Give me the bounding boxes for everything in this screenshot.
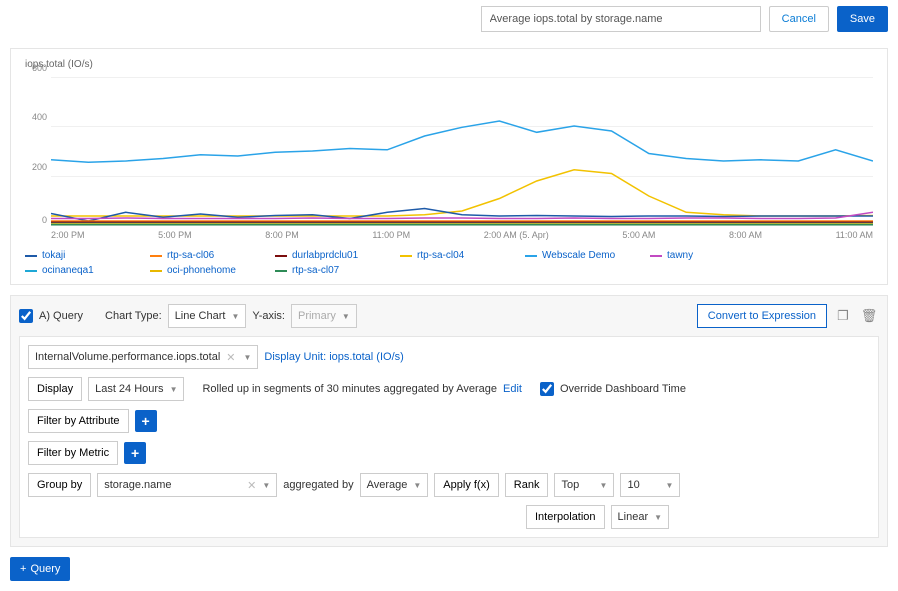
legend-label: Webscale Demo — [542, 250, 615, 261]
legend-label: durlabprdclu01 — [292, 250, 358, 261]
x-tick: 11:00 PM — [372, 230, 410, 240]
display-unit-link[interactable]: Display Unit: iops.total (IO/s) — [264, 351, 403, 363]
clear-icon[interactable]: ✕ — [247, 479, 256, 492]
group-by-select[interactable]: storage.name ✕ ▼ — [97, 473, 277, 497]
caret-down-icon: ▼ — [231, 312, 239, 321]
chart-svg — [51, 76, 873, 226]
legend-item[interactable]: tokaji — [25, 250, 150, 261]
legend-label: ocinaneqa1 — [42, 265, 94, 276]
legend-swatch — [275, 270, 287, 272]
legend-label: rtp-sa-cl04 — [417, 250, 464, 261]
x-tick: 11:00 AM — [836, 230, 873, 240]
duplicate-icon[interactable]: ❐ — [833, 306, 853, 326]
interpolation-select[interactable]: Linear▼ — [611, 505, 670, 529]
legend-item[interactable]: durlabprdclu01 — [275, 250, 400, 261]
series-line — [51, 121, 873, 162]
y-tick: 600 — [32, 63, 47, 73]
plus-icon: + — [20, 563, 26, 575]
legend-swatch — [25, 270, 37, 272]
legend-swatch — [400, 255, 412, 257]
chart-type-select[interactable]: Line Chart▼ — [168, 304, 247, 328]
caret-down-icon: ▼ — [600, 481, 608, 490]
x-tick: 8:00 AM — [729, 230, 762, 240]
legend-swatch — [25, 255, 37, 257]
edit-rollup-link[interactable]: Edit — [503, 383, 522, 395]
x-tick: 5:00 PM — [158, 230, 192, 240]
x-tick: 8:00 PM — [265, 230, 299, 240]
legend-item[interactable]: rtp-sa-cl07 — [275, 265, 400, 276]
override-time-label: Override Dashboard Time — [560, 383, 686, 395]
legend-swatch — [150, 270, 162, 272]
legend-swatch — [275, 255, 287, 257]
caret-down-icon: ▼ — [262, 481, 270, 490]
add-filter-metric-button[interactable]: + — [124, 442, 146, 464]
legend-label: rtp-sa-cl07 — [292, 265, 339, 276]
legend-label: tokaji — [42, 250, 65, 261]
x-tick: 2:00 AM (5. Apr) — [484, 230, 549, 240]
widget-title-input[interactable] — [481, 6, 761, 32]
y-axis-label: iops.total (IO/s) — [25, 59, 873, 70]
yaxis-select[interactable]: Primary▼ — [291, 304, 357, 328]
add-query-button[interactable]: + Query — [10, 557, 70, 581]
rollup-text: Rolled up in segments of 30 minutes aggr… — [202, 383, 497, 395]
rank-count-select[interactable]: 10▼ — [620, 473, 680, 497]
legend-swatch — [150, 255, 162, 257]
group-by-button[interactable]: Group by — [28, 473, 91, 497]
caret-down-icon: ▼ — [654, 513, 662, 522]
caret-down-icon: ▼ — [244, 353, 252, 362]
display-button[interactable]: Display — [28, 377, 82, 401]
x-axis: 2:00 PM 5:00 PM 8:00 PM 11:00 PM 2:00 AM (5.… — [51, 230, 873, 240]
chart-container: iops.total (IO/s) 0 200 400 600 2:00 PM 5… — [10, 48, 888, 285]
save-button[interactable]: Save — [837, 6, 888, 32]
legend-label: rtp-sa-cl06 — [167, 250, 214, 261]
add-filter-attribute-button[interactable]: + — [135, 410, 157, 432]
time-range-select[interactable]: Last 24 Hours▼ — [88, 377, 184, 401]
interpolation-button[interactable]: Interpolation — [526, 505, 605, 529]
y-tick: 200 — [32, 162, 47, 172]
query-label: A) Query — [39, 310, 83, 322]
caret-down-icon: ▼ — [666, 481, 674, 490]
legend-item[interactable]: rtp-sa-cl06 — [150, 250, 275, 261]
legend-item[interactable]: Webscale Demo — [525, 250, 650, 261]
yaxis-label: Y-axis: — [252, 310, 285, 322]
filter-attribute-button[interactable]: Filter by Attribute — [28, 409, 129, 433]
caret-down-icon: ▼ — [342, 312, 350, 321]
aggregated-by-label: aggregated by — [283, 479, 353, 491]
y-tick: 400 — [32, 112, 47, 122]
chart-legend: tokaji rtp-sa-cl06 durlabprdclu01 rtp-sa-cl… — [25, 250, 873, 276]
legend-swatch — [525, 255, 537, 257]
legend-item[interactable]: rtp-sa-cl04 — [400, 250, 525, 261]
apply-fx-button[interactable]: Apply f(x) — [434, 473, 498, 497]
filter-metric-button[interactable]: Filter by Metric — [28, 441, 118, 465]
x-tick: 5:00 AM — [622, 230, 655, 240]
legend-swatch — [650, 255, 662, 257]
clear-icon[interactable]: ✕ — [226, 351, 235, 364]
legend-item[interactable]: tawny — [650, 250, 775, 261]
cancel-button[interactable]: Cancel — [769, 6, 829, 32]
rank-button[interactable]: Rank — [505, 473, 549, 497]
query-inner: InternalVolume.performance.iops.total ✕ … — [19, 336, 879, 538]
rank-direction-select[interactable]: Top▼ — [554, 473, 614, 497]
metric-select[interactable]: InternalVolume.performance.iops.total ✕ … — [28, 345, 258, 369]
override-time-checkbox[interactable] — [540, 382, 554, 396]
aggregate-select[interactable]: Average▼ — [360, 473, 429, 497]
y-tick: 0 — [42, 215, 47, 225]
chart-type-label: Chart Type: — [105, 310, 162, 322]
series-line — [51, 170, 873, 216]
legend-label: tawny — [667, 250, 693, 261]
chart-plot-area[interactable]: 0 200 400 600 — [51, 76, 873, 226]
query-enable-checkbox[interactable] — [19, 309, 33, 323]
legend-item[interactable]: ocinaneqa1 — [25, 265, 150, 276]
delete-icon[interactable]: 🗑 — [859, 306, 879, 326]
convert-expression-button[interactable]: Convert to Expression — [697, 304, 827, 328]
caret-down-icon: ▼ — [413, 481, 421, 490]
y-axis: 0 200 400 600 — [25, 76, 49, 226]
query-panel: A) Query Chart Type: Line Chart▼ Y-axis:… — [10, 295, 888, 547]
legend-label: oci-phonehome — [167, 265, 236, 276]
x-tick: 2:00 PM — [51, 230, 85, 240]
caret-down-icon: ▼ — [170, 385, 178, 394]
legend-item[interactable]: oci-phonehome — [150, 265, 275, 276]
